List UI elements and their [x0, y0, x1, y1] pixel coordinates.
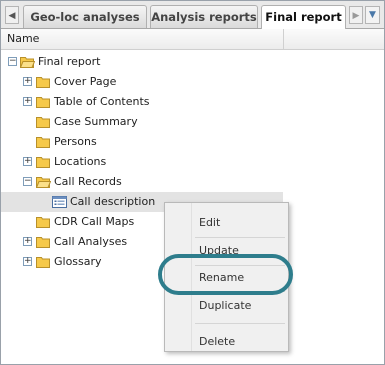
chevron-down-icon: ▼: [369, 10, 376, 20]
folder-icon: [36, 116, 51, 128]
menu-item-rename[interactable]: Rename: [165, 266, 288, 288]
tree-item-label: Table of Contents: [54, 95, 150, 108]
tab-final-report[interactable]: Final report: [261, 5, 346, 29]
expand-icon[interactable]: +: [23, 157, 32, 166]
expand-icon[interactable]: +: [23, 77, 32, 86]
menu-separator: [195, 291, 285, 292]
collapse-icon[interactable]: −: [8, 57, 17, 66]
column-header-name: Name: [7, 32, 40, 45]
menu-item-label: Update: [199, 244, 239, 257]
open-folder-icon: [20, 56, 35, 68]
tree-item-label: Case Summary: [54, 115, 138, 128]
tab-analysis-reports[interactable]: Analysis reports: [150, 5, 258, 28]
tree-item-label: Call Records: [54, 175, 122, 188]
menu-item-label: Delete: [199, 335, 236, 348]
tree-item-label: CDR Call Maps: [54, 215, 135, 228]
folder-icon: [36, 96, 51, 108]
tree-item-label: Glossary: [54, 255, 102, 268]
tree-item-label: Call description: [70, 195, 156, 208]
tab-geo-loc-analyses[interactable]: Geo-loc analyses: [23, 5, 147, 28]
context-menu: Edit Update Rename Duplicate Delete: [164, 202, 289, 352]
folder-icon: [36, 256, 51, 268]
folder-icon: [36, 136, 51, 148]
collapse-icon[interactable]: −: [23, 177, 32, 186]
expand-icon[interactable]: +: [23, 97, 32, 106]
expand-icon[interactable]: +: [23, 237, 32, 246]
tree-root-row[interactable]: − Final report: [1, 52, 283, 72]
document-list-icon: [52, 196, 67, 208]
tree-item-label: Persons: [54, 135, 97, 148]
column-divider[interactable]: [283, 29, 284, 49]
tree-root-label: Final report: [38, 55, 101, 68]
folder-icon: [36, 156, 51, 168]
open-folder-icon: [36, 176, 51, 188]
menu-item-label: Rename: [199, 271, 245, 284]
menu-item-update[interactable]: Update: [165, 239, 288, 261]
menu-separator: [195, 237, 285, 238]
tree-item-label: Cover Page: [54, 75, 117, 88]
menu-separator: [195, 323, 285, 324]
tree-item-locations[interactable]: + Locations: [1, 152, 283, 172]
folder-icon: [36, 76, 51, 88]
folder-icon: [36, 236, 51, 248]
folder-icon: [36, 216, 51, 228]
menu-item-label: Edit: [199, 216, 221, 229]
tree-item-label: Call Analyses: [54, 235, 128, 248]
tree-item-label: Locations: [54, 155, 107, 168]
tab-list-dropdown-button[interactable]: ▼: [365, 6, 380, 24]
menu-item-label: Duplicate: [199, 299, 252, 312]
scroll-left-button[interactable]: ◀: [5, 6, 19, 24]
report-panel: ◀ Geo-loc analyses Analysis reports Fina…: [0, 0, 385, 365]
column-header[interactable]: Name: [1, 29, 384, 50]
menu-item-delete[interactable]: Delete: [165, 330, 288, 352]
expand-icon[interactable]: +: [23, 257, 32, 266]
tree-item-case-summary[interactable]: Case Summary: [1, 112, 283, 132]
tree-item-call-records[interactable]: − Call Records: [1, 172, 283, 192]
scroll-right-button[interactable]: ▶: [349, 6, 363, 24]
menu-item-edit[interactable]: Edit: [165, 211, 288, 233]
menu-item-duplicate[interactable]: Duplicate: [165, 294, 288, 316]
tab-strip: ◀ Geo-loc analyses Analysis reports Fina…: [1, 1, 384, 29]
tree-item-cover-page[interactable]: + Cover Page: [1, 72, 283, 92]
tree-item-table-of-contents[interactable]: + Table of Contents: [1, 92, 283, 112]
tree-item-persons[interactable]: Persons: [1, 132, 283, 152]
